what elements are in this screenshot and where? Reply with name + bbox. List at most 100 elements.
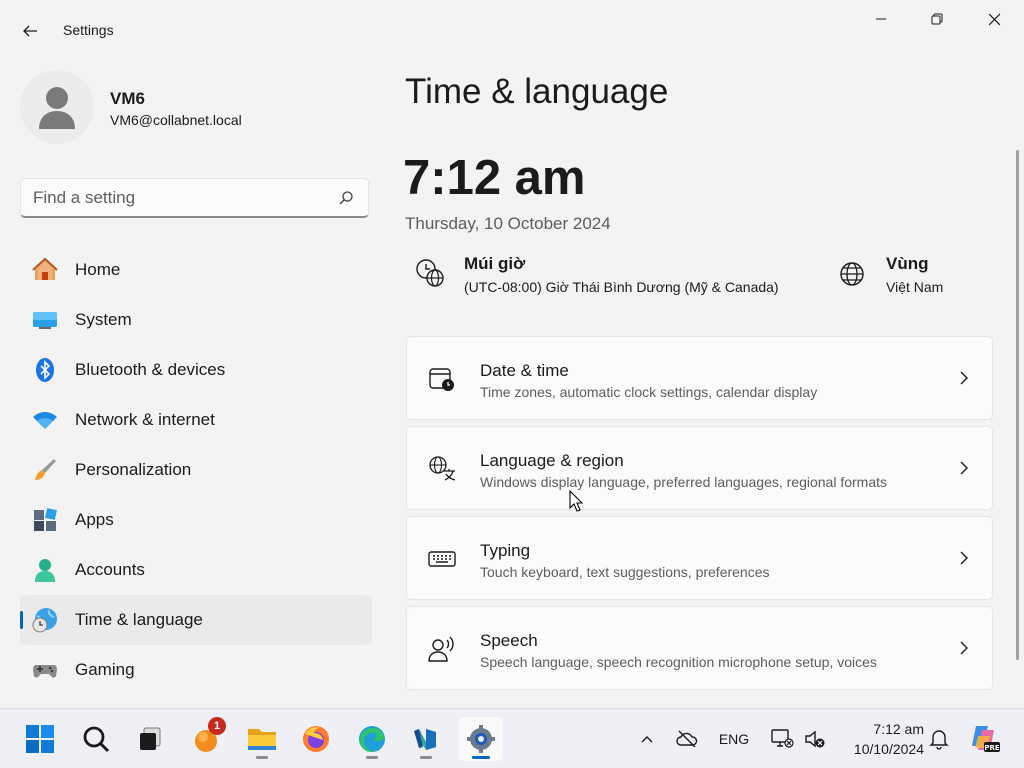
timezone-icon bbox=[416, 259, 444, 287]
sidebar-item-label: Apps bbox=[75, 510, 114, 529]
chevron-up-icon bbox=[641, 736, 653, 743]
visual-studio-icon bbox=[414, 729, 436, 750]
back-arrow-icon bbox=[23, 25, 37, 37]
timezone-info: Múi giờ (UTC-08:00) Giờ Thái Bình Dương … bbox=[415, 252, 815, 302]
card-description: Time zones, automatic clock settings, ca… bbox=[480, 384, 818, 400]
timezone-label: Múi giờ bbox=[464, 254, 526, 273]
chevron-right-icon bbox=[960, 551, 968, 565]
sidebar-item-time-language[interactable]: Time & language bbox=[20, 595, 372, 645]
notification-badge: 1 bbox=[208, 717, 226, 735]
file-explorer-button[interactable] bbox=[240, 717, 284, 761]
start-button[interactable] bbox=[18, 717, 62, 761]
sidebar-item-label: Accounts bbox=[75, 560, 145, 579]
card-date-time[interactable]: Date & time Time zones, automatic clock … bbox=[406, 336, 993, 420]
sidebar-item-home[interactable]: Home bbox=[20, 245, 372, 295]
region-value: Việt Nam bbox=[886, 279, 944, 295]
card-language-region[interactable]: Language & region Windows display langua… bbox=[406, 426, 993, 510]
running-indicator bbox=[366, 756, 378, 759]
sidebar-item-bluetooth[interactable]: Bluetooth & devices bbox=[20, 345, 372, 395]
card-speech[interactable]: Speech Speech language, speech recogniti… bbox=[406, 606, 993, 690]
sidebar-item-label: Gaming bbox=[75, 660, 135, 679]
sidebar-item-label: Network & internet bbox=[75, 410, 215, 429]
sidebar-item-label: Bluetooth & devices bbox=[75, 360, 226, 379]
sidebar-item-personalization[interactable]: Personalization bbox=[20, 445, 372, 495]
sidebar-item-label: Personalization bbox=[75, 460, 192, 479]
sidebar-item-label: System bbox=[75, 310, 132, 329]
sidebar-item-accounts[interactable]: Accounts bbox=[20, 545, 372, 595]
globe-icon bbox=[840, 262, 864, 286]
region-info: Vùng Việt Nam bbox=[838, 252, 998, 302]
card-description: Touch keyboard, text suggestions, prefer… bbox=[480, 564, 770, 580]
title-bar: Settings bbox=[0, 0, 1024, 60]
back-button[interactable] bbox=[14, 17, 46, 45]
minimize-button[interactable] bbox=[858, 4, 904, 34]
scrollbar[interactable] bbox=[1016, 150, 1019, 660]
profile-name: VM6 bbox=[110, 89, 145, 108]
task-view-icon bbox=[140, 727, 161, 750]
sidebar-item-label: Home bbox=[75, 260, 121, 279]
taskbar: 1 ENG 7:12 am 10/10/2024 PRE bbox=[0, 708, 1024, 768]
visual-studio-button[interactable] bbox=[404, 717, 448, 761]
card-title: Typing bbox=[480, 541, 531, 560]
sidebar-item-gaming[interactable]: Gaming bbox=[20, 645, 372, 695]
user-avatar-icon bbox=[39, 87, 75, 129]
sidebar-item-network[interactable]: Network & internet bbox=[20, 395, 372, 445]
speaker-muted-icon bbox=[805, 730, 825, 748]
calendar-clock-icon bbox=[427, 364, 457, 394]
language-icon bbox=[427, 454, 457, 484]
sidebar-item-apps[interactable]: Apps bbox=[20, 495, 372, 545]
onedrive-button[interactable] bbox=[674, 725, 700, 753]
chevron-right-icon bbox=[960, 461, 968, 475]
mouse-cursor-icon bbox=[569, 490, 583, 512]
current-date: Thursday, 10 October 2024 bbox=[405, 214, 611, 233]
search-box[interactable] bbox=[20, 178, 369, 218]
taskbar-clock[interactable]: 7:12 am 10/10/2024 bbox=[838, 719, 924, 759]
copilot-button[interactable]: PRE bbox=[966, 721, 1002, 755]
brush-icon bbox=[32, 457, 58, 483]
show-hidden-icons-button[interactable] bbox=[636, 725, 658, 753]
search-icon bbox=[339, 191, 353, 205]
close-button[interactable] bbox=[971, 4, 1017, 34]
sidebar-item-system[interactable]: System bbox=[20, 295, 372, 345]
chevron-right-icon bbox=[960, 371, 968, 385]
gaming-icon bbox=[32, 657, 58, 683]
profile-email: VM6@collabnet.local bbox=[110, 112, 242, 128]
avatar bbox=[20, 70, 94, 144]
app-title: Settings bbox=[63, 22, 114, 38]
volume-button[interactable] bbox=[802, 725, 828, 753]
firefox-button[interactable] bbox=[294, 717, 338, 761]
firefox-icon bbox=[303, 726, 329, 752]
taskbar-date: 10/10/2024 bbox=[853, 741, 924, 757]
current-time: 7:12 am bbox=[403, 151, 586, 205]
cloud-offline-icon bbox=[676, 730, 698, 748]
notifications-button[interactable] bbox=[926, 725, 952, 753]
settings-gear-icon bbox=[467, 725, 495, 753]
search-taskbar-button[interactable] bbox=[74, 717, 118, 761]
speech-icon bbox=[427, 634, 457, 664]
accounts-icon bbox=[32, 557, 58, 583]
page-title: Time & language bbox=[405, 72, 669, 111]
bluetooth-icon bbox=[32, 357, 58, 383]
network-disconnected-icon bbox=[771, 729, 794, 748]
search-input[interactable] bbox=[33, 187, 323, 209]
folder-icon bbox=[248, 729, 276, 750]
restore-button[interactable] bbox=[914, 4, 960, 34]
network-button[interactable] bbox=[769, 725, 795, 753]
edge-button[interactable] bbox=[350, 717, 394, 761]
chevron-right-icon bbox=[960, 641, 968, 655]
bell-icon bbox=[929, 730, 949, 750]
restore-icon bbox=[931, 13, 943, 25]
card-typing[interactable]: Typing Touch keyboard, text suggestions,… bbox=[406, 516, 993, 600]
settings-taskbar-button[interactable] bbox=[459, 717, 503, 761]
timezone-value: (UTC-08:00) Giờ Thái Bình Dương (Mỹ & Ca… bbox=[464, 279, 779, 295]
keyboard-icon bbox=[427, 544, 457, 574]
task-view-button[interactable] bbox=[128, 717, 172, 761]
input-language-indicator[interactable]: ENG bbox=[716, 725, 752, 753]
windows-logo-icon bbox=[26, 725, 54, 753]
notification-app-button[interactable]: 1 bbox=[184, 717, 228, 761]
minimize-icon bbox=[876, 18, 886, 20]
system-icon bbox=[32, 307, 58, 333]
card-title: Speech bbox=[480, 631, 538, 650]
close-icon bbox=[988, 13, 1000, 25]
user-profile[interactable]: VM6 VM6@collabnet.local bbox=[20, 70, 370, 150]
